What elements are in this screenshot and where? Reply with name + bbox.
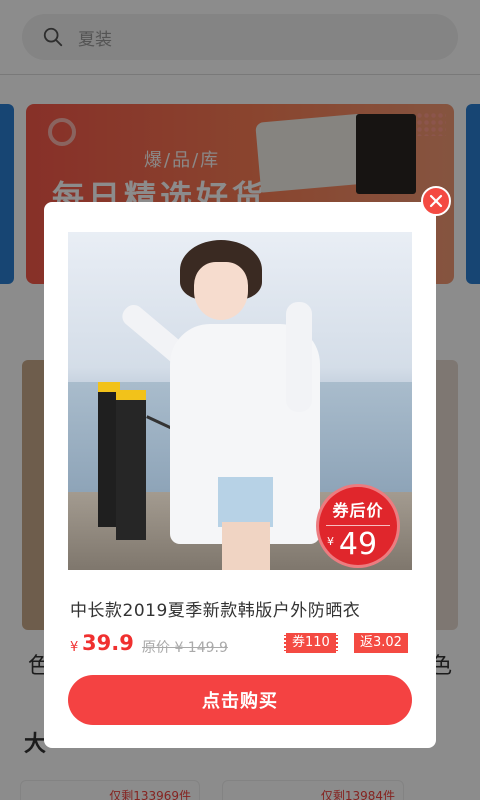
badge-divider — [326, 525, 390, 526]
original-price: 原价 ¥ 149.9 — [142, 640, 228, 656]
coupon-badge: 券110 — [284, 633, 338, 653]
product-popup: 券后价 ¥ 49 中长款2019夏季新款韩版户外防晒衣 ¥ 39.9 原价 ¥ … — [44, 202, 436, 748]
photo-model-arm — [286, 302, 312, 412]
badge-currency: ¥ — [327, 535, 334, 548]
price-currency: ¥ — [70, 640, 79, 655]
current-price: 39.9 — [82, 631, 134, 655]
photo-model-legs — [222, 522, 270, 570]
after-coupon-price-badge: 券后价 ¥ 49 — [316, 484, 400, 568]
photo-model-shorts — [218, 477, 273, 527]
price-row: ¥ 39.9 原价 ¥ 149.9 券110 返3.02 — [70, 630, 414, 660]
buy-button[interactable]: 点击购买 — [68, 675, 412, 725]
rebate-badge: 返3.02 — [354, 633, 408, 653]
close-icon — [429, 194, 443, 208]
photo-bollard — [116, 390, 146, 540]
product-title: 中长款2019夏季新款韩版户外防晒衣 — [70, 601, 361, 621]
close-button[interactable] — [421, 186, 451, 216]
badge-label: 券后价 — [332, 501, 384, 520]
photo-model-face — [194, 262, 248, 320]
